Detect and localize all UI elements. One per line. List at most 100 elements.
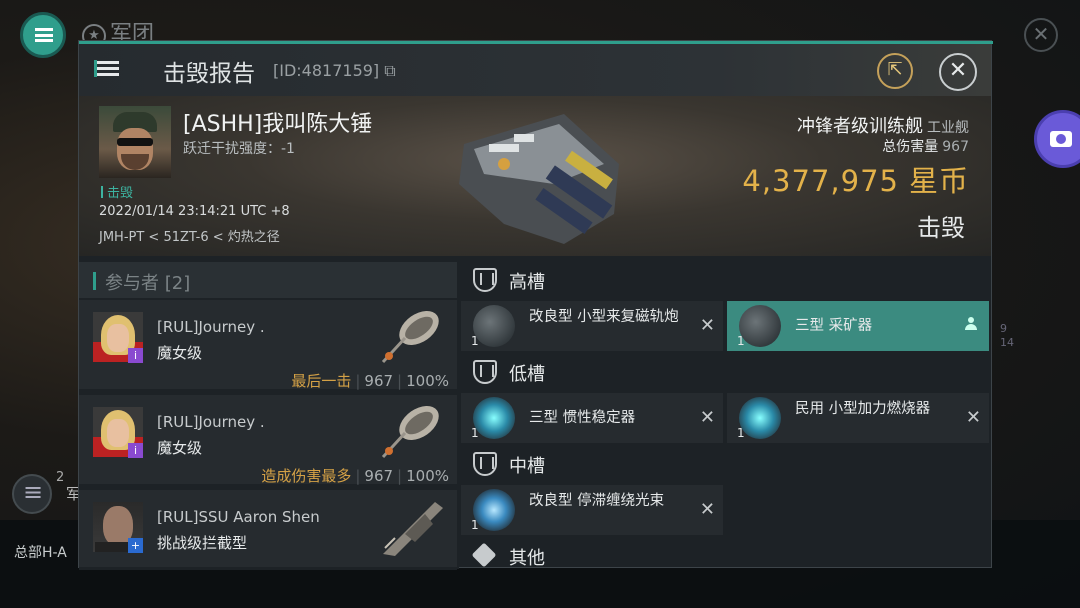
participant-row[interactable]: i [RUL]Journey . 魔女级 造成伤害最多 | 967 | 100% — [79, 395, 457, 487]
participants-header-text: 参与者 [2] — [105, 273, 191, 294]
module-item[interactable]: 1 三型 采矿器 — [727, 301, 989, 351]
participant-ship-image — [381, 310, 439, 364]
module-item[interactable]: 1 改良型 停滞缠绕光束 ✕ — [461, 485, 723, 535]
participant-ship: 挑战级拦截型 — [157, 534, 248, 552]
participant-ship-image — [383, 502, 443, 556]
participant-stat: 最后一击 | 967 | 100% — [291, 372, 449, 390]
isk-unit: 星币 — [908, 164, 969, 198]
module-name: 三型 采矿器 — [795, 318, 873, 334]
copy-icon[interactable]: ⧉ — [379, 61, 395, 80]
cube-icon — [471, 542, 497, 568]
participant-stat: 造成伤害最多 | 967 | 100% — [261, 467, 449, 485]
participant-badge: i — [128, 348, 143, 363]
module-name: 三型 惯性稳定器 — [529, 410, 636, 426]
background-menu-button[interactable] — [20, 12, 66, 58]
module-name: 改良型 小型来复磁轨炮 — [529, 309, 679, 325]
stasis-webifier-icon — [473, 489, 515, 531]
participant-badge: i — [128, 443, 143, 458]
participant-name: [RUL]Journey . — [157, 413, 265, 431]
module-quantity: 1 — [737, 426, 745, 440]
kill-status: 击毁 — [917, 214, 965, 242]
menu-icon[interactable] — [91, 54, 125, 84]
module-item[interactable]: 1 三型 惯性稳定器 ✕ — [461, 393, 723, 443]
participant-stat-label: 最后一击 — [291, 372, 352, 390]
victim-portrait[interactable] — [99, 106, 171, 178]
ship-name-text: 冲锋者级训练舰 — [797, 116, 923, 137]
victim-panel: [ASHH]我叫陈大锤 跃迁干扰强度：-1 击毁 2022/01/14 23:1… — [79, 96, 991, 256]
railgun-icon — [473, 305, 515, 347]
destroyed-icon: ✕ — [699, 499, 715, 520]
other-slot-label: 其他 — [509, 548, 545, 569]
isk-amount: 4,377,975 — [742, 164, 899, 198]
destroyed-icon: ✕ — [699, 407, 715, 428]
victim-ship-name[interactable]: 冲锋者级训练舰 工业舰 — [797, 112, 969, 138]
participants-header: 参与者 [2] — [79, 262, 457, 298]
participant-stat-label: 造成伤害最多 — [261, 467, 352, 485]
shield-icon — [473, 452, 497, 476]
module-quantity: 1 — [471, 426, 479, 440]
report-id-text: [ID:4817159] — [273, 61, 380, 80]
participant-ship-image — [381, 405, 439, 459]
shield-icon — [473, 360, 497, 384]
other-slot-header: 其他 — [461, 538, 991, 574]
high-slot-label: 高槽 — [509, 272, 545, 293]
total-damage-label: 总伤害量 — [882, 139, 939, 155]
total-damage-value: 967 — [942, 139, 969, 155]
report-id[interactable]: [ID:4817159] ⧉ — [273, 61, 396, 81]
share-button[interactable]: ⇱ — [877, 53, 913, 89]
kill-report-dialog: 击毁报告 [ID:4817159] ⧉ ⇱ ✕ [ASHH]我叫陈大锤 跃迁干扰… — [78, 40, 993, 570]
menu-icon — [35, 28, 53, 42]
participant-damage: 967 — [364, 372, 394, 390]
destroyed-icon: ✕ — [699, 315, 715, 336]
mid-slot-header: 中槽 — [461, 446, 991, 482]
total-damage: 总伤害量 967 — [882, 136, 969, 156]
participant-badge: + — [128, 538, 143, 553]
right-number: 9 — [1000, 322, 1007, 335]
low-slot-label: 低槽 — [509, 364, 545, 385]
module-item[interactable]: 1 改良型 小型来复磁轨炮 ✕ — [461, 301, 723, 351]
right-numbers: 9 14 — [1000, 322, 1014, 350]
ship-class: 工业舰 — [927, 120, 969, 136]
close-button[interactable]: ✕ — [939, 53, 977, 91]
module-quantity: 1 — [471, 518, 479, 532]
victim-name[interactable]: [ASHH]我叫陈大锤 — [183, 106, 372, 138]
inertial-stabilizer-icon — [473, 397, 515, 439]
high-slot-header: 高槽 — [461, 262, 991, 298]
dropped-person-icon — [965, 317, 977, 331]
destroyed-icon: ✕ — [965, 407, 981, 428]
background-close-button[interactable]: ✕ — [1024, 18, 1058, 52]
shield-icon — [473, 268, 497, 292]
share-icon: ⇱ — [887, 59, 903, 80]
participant-damage: 967 — [364, 467, 394, 485]
module-quantity: 1 — [737, 334, 745, 348]
kill-location[interactable]: JMH-PT < 51ZT-6 < 灼热之径 — [99, 226, 280, 245]
mid-slot-label: 中槽 — [509, 456, 545, 477]
kill-timestamp: 2022/01/14 23:14:21 UTC +8 — [99, 204, 290, 219]
participants-panel: 参与者 [2] i [RUL]Journey . 魔女级 最后一击 | 967 | 10… — [79, 256, 459, 570]
module-name: 民用 小型加力燃烧器 — [795, 401, 931, 417]
victim-ship-image[interactable] — [444, 104, 634, 252]
victim-warp-disruption: 跃迁干扰强度：-1 — [183, 141, 295, 157]
participant-ship: 魔女级 — [157, 344, 203, 362]
low-slot-header: 低槽 — [461, 354, 991, 390]
mining-laser-icon — [739, 305, 781, 347]
participant-name: [RUL]Journey . — [157, 318, 265, 336]
side-list-button[interactable] — [12, 474, 52, 514]
participant-percent: 100% — [406, 372, 449, 390]
afterburner-icon — [739, 397, 781, 439]
participant-row[interactable]: i [RUL]Journey . 魔女级 最后一击 | 967 | 100% — [79, 300, 457, 392]
side-badge-count: 2 — [56, 470, 65, 485]
kill-tag: 击毁 — [101, 182, 133, 201]
module-quantity: 1 — [471, 334, 479, 348]
hq-label: 总部H-A — [14, 545, 67, 561]
camera-icon — [1050, 131, 1072, 147]
participant-row[interactable]: + [RUL]SSU Aaron Shen 挑战级拦截型 — [79, 490, 457, 570]
fitting-panel: 高槽 1 改良型 小型来复磁轨炮 ✕ 1 三型 采矿器 低槽 1 三型 惯性稳定… — [461, 256, 991, 569]
dialog-title: 击毁报告 — [163, 61, 255, 87]
module-item[interactable]: 1 民用 小型加力燃烧器 ✕ — [727, 393, 989, 443]
isk-value: 4,377,975 星币 — [742, 158, 969, 200]
dialog-header: 击毁报告 [ID:4817159] ⧉ ⇱ ✕ — [79, 44, 991, 96]
participant-percent: 100% — [406, 467, 449, 485]
close-icon: ✕ — [948, 58, 968, 83]
participant-ship: 魔女级 — [157, 439, 203, 457]
